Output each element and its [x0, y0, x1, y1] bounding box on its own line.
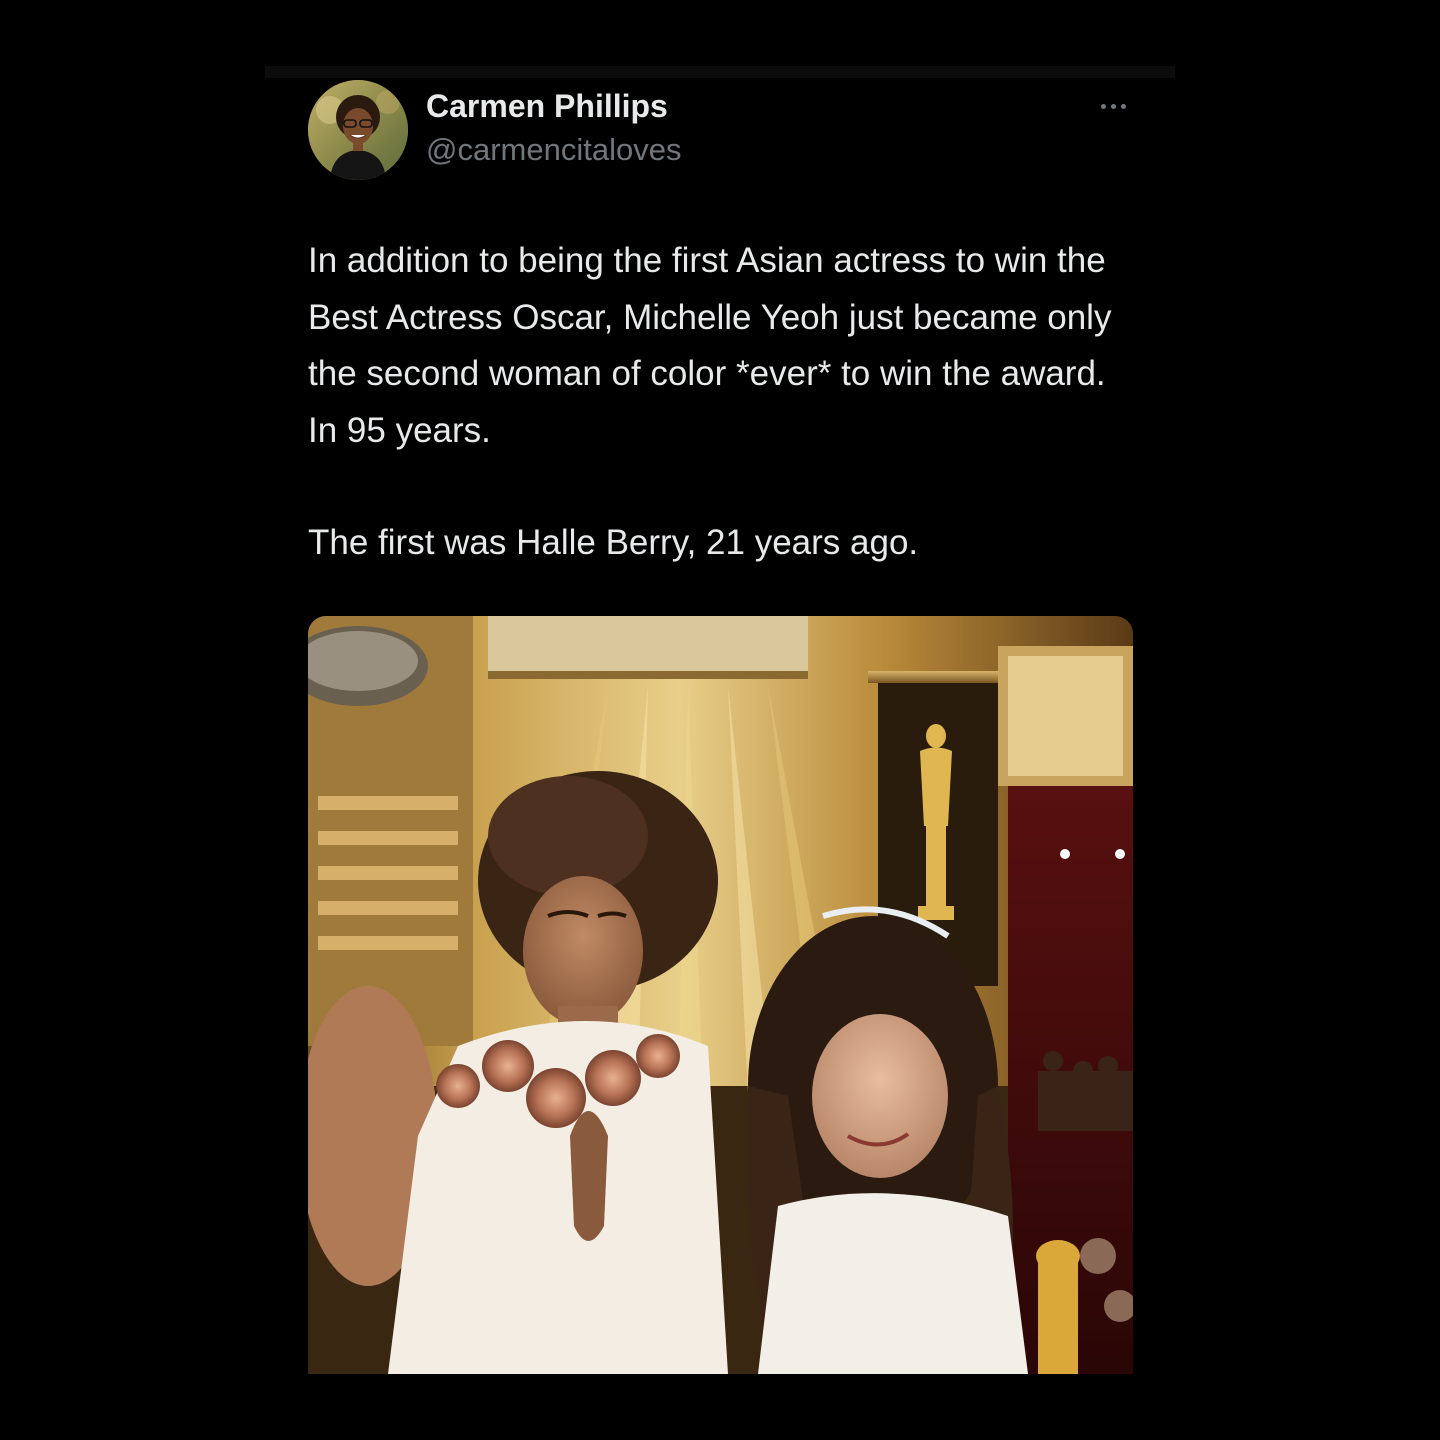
more-options-button[interactable]	[1093, 94, 1133, 118]
photo-two-women-at-oscars-stage-icon	[308, 616, 1133, 1374]
more-options-icon	[1100, 103, 1106, 109]
tweet-text-paragraph: In addition to being the first Asian act…	[308, 241, 1112, 450]
author-avatar[interactable]	[308, 80, 408, 180]
tweet-media[interactable]	[308, 616, 1133, 1374]
user-avatar-photo-icon	[308, 80, 408, 180]
author-handle[interactable]: @carmencitaloves	[426, 132, 681, 168]
tweet-text-paragraph: The first was Halle Berry, 21 years ago.	[308, 523, 919, 562]
more-options-icon-dot	[1110, 103, 1116, 109]
author-name[interactable]: Carmen Phillips	[426, 88, 668, 125]
more-options-icon-dot	[1120, 103, 1126, 109]
tweet-text: In addition to being the first Asian act…	[308, 233, 1138, 572]
top-divider	[265, 66, 1175, 78]
